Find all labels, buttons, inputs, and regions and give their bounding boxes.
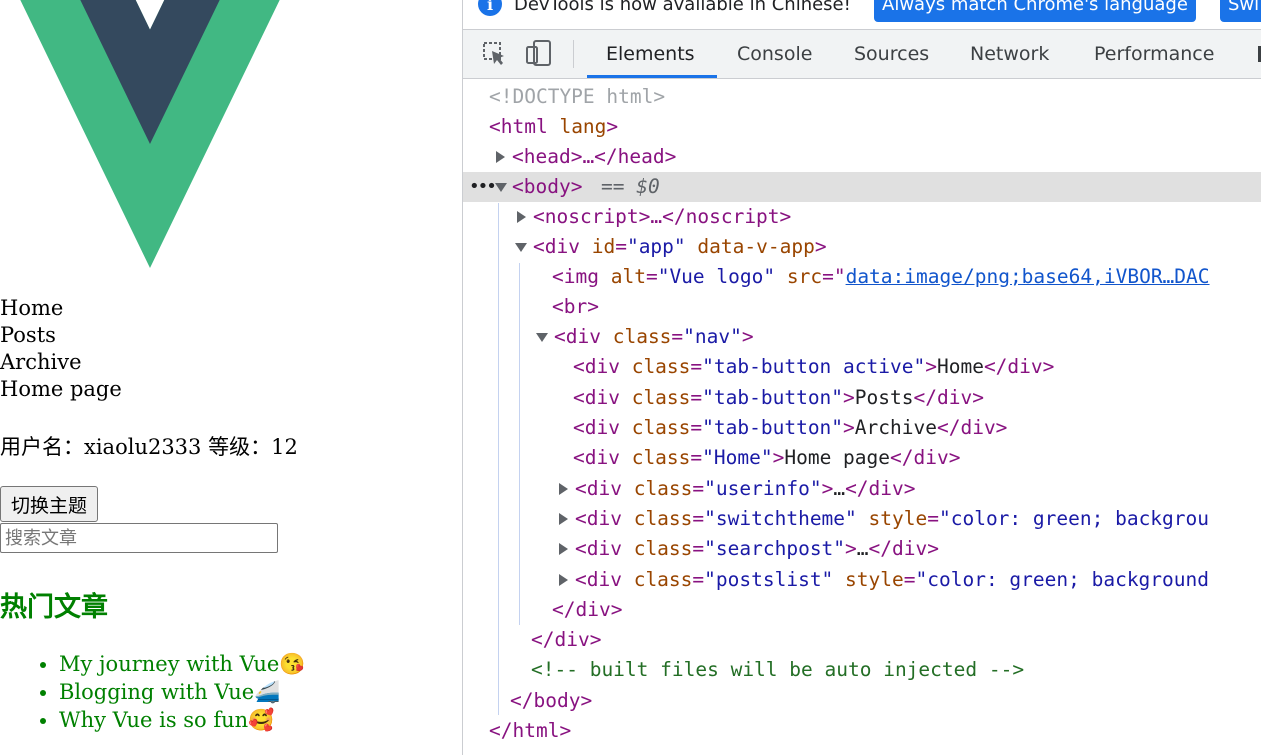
dom-node-head[interactable]: <head>…</head>	[463, 142, 1261, 172]
dom-node-app-div[interactable]: <div id="app" data-v-app>	[463, 232, 1261, 262]
dom-node-comment[interactable]: <!-- built files will be auto injected -…	[463, 655, 1261, 685]
infobar-message: DevTools is now available in Chinese!	[514, 0, 851, 15]
dom-node-home-div[interactable]: <div class="Home">Home page</div>	[463, 443, 1261, 473]
switch-language-button[interactable]: Swi	[1220, 0, 1261, 22]
dom-node-body-close[interactable]: </body>	[463, 686, 1261, 716]
devtools-panel: i DevTools is now available in Chinese! …	[462, 0, 1261, 755]
post-item: Why Vue is so fun🥰	[59, 706, 306, 734]
post-item: My journey with Vue😘	[59, 650, 306, 678]
posts-list: My journey with Vue😘 Blogging with Vue🚄 …	[0, 650, 306, 734]
dom-node-br[interactable]: <br>	[463, 292, 1261, 322]
posts-heading: 热门文章	[0, 592, 108, 623]
nav-home-page: Home page	[0, 377, 122, 401]
dom-node-app-close[interactable]: </div>	[463, 625, 1261, 655]
nav: Home Posts Archive Home page	[0, 295, 122, 403]
dom-node-body-selected[interactable]: ••• <body> == $0	[463, 172, 1261, 202]
post-item: Blogging with Vue🚄	[59, 678, 306, 706]
dom-tree: <!DOCTYPE html> <html lang> <head>…</hea…	[463, 80, 1261, 755]
dom-node-postslist[interactable]: <div class="postslist" style="color: gre…	[463, 565, 1261, 595]
expand-triangle-icon[interactable]	[559, 513, 568, 525]
user-info: 用户名：xiaolu2333 等级：12	[0, 435, 298, 459]
dom-node-noscript[interactable]: <noscript>…</noscript>	[463, 202, 1261, 232]
dom-node-nav-div[interactable]: <div class="nav">	[463, 322, 1261, 352]
dom-node-userinfo[interactable]: <div class="userinfo">…</div>	[463, 474, 1261, 504]
dom-node-switchtheme[interactable]: <div class="switchtheme" style="color: g…	[463, 504, 1261, 534]
dom-node-tab-button[interactable]: <div class="tab-button active">Home</div…	[463, 352, 1261, 382]
tab-performance[interactable]: Performance	[1094, 30, 1214, 78]
dom-node-nav-close[interactable]: </div>	[463, 595, 1261, 625]
nav-tab-home[interactable]: Home	[0, 295, 122, 322]
expand-triangle-icon[interactable]	[517, 211, 526, 223]
switch-theme-button[interactable]: 切换主题	[0, 486, 99, 522]
more-options-icon[interactable]: •••	[469, 172, 497, 202]
tab-elements[interactable]: Elements	[587, 30, 717, 78]
tab-sources[interactable]: Sources	[854, 30, 929, 78]
inspect-element-icon[interactable]	[479, 38, 509, 68]
search-posts-input[interactable]	[0, 523, 278, 553]
collapse-triangle-icon[interactable]	[536, 333, 548, 342]
language-infobar: i DevTools is now available in Chinese! …	[463, 0, 1261, 28]
img-src-link[interactable]: data:image/png;base64,iVBOR…DAC	[846, 265, 1210, 288]
expand-triangle-icon[interactable]	[496, 151, 505, 163]
collapse-triangle-icon[interactable]	[495, 183, 507, 192]
expand-triangle-icon[interactable]	[559, 574, 568, 586]
tab-network[interactable]: Network	[970, 30, 1049, 78]
devtools-toolbar: Elements Console Sources Network Perform…	[463, 29, 1261, 79]
dom-node-html[interactable]: <html lang>	[463, 112, 1261, 142]
dom-node-searchpost[interactable]: <div class="searchpost">…</div>	[463, 534, 1261, 564]
always-match-language-button[interactable]: Always match Chrome's language	[874, 0, 1196, 22]
collapse-triangle-icon[interactable]	[515, 243, 527, 252]
nav-tab-archive[interactable]: Archive	[0, 349, 122, 376]
dom-node-img[interactable]: <img alt="Vue logo" src="data:image/png;…	[463, 262, 1261, 292]
app-viewport: Home Posts Archive Home page 用户名：xiaolu2…	[0, 0, 462, 755]
vue-logo	[20, 0, 280, 268]
dom-node-html-close[interactable]: </html>	[463, 716, 1261, 746]
dom-node-tab-button[interactable]: <div class="tab-button">Archive</div>	[463, 413, 1261, 443]
dom-node-doctype[interactable]: <!DOCTYPE html>	[463, 82, 1261, 112]
expand-triangle-icon[interactable]	[559, 543, 568, 555]
expand-triangle-icon[interactable]	[559, 483, 568, 495]
info-icon: i	[478, 0, 502, 16]
nav-tab-posts[interactable]: Posts	[0, 322, 122, 349]
dom-node-tab-button[interactable]: <div class="tab-button">Posts</div>	[463, 383, 1261, 413]
toolbar-separator	[573, 40, 574, 68]
tab-console[interactable]: Console	[737, 30, 812, 78]
device-toolbar-icon[interactable]	[524, 38, 554, 68]
